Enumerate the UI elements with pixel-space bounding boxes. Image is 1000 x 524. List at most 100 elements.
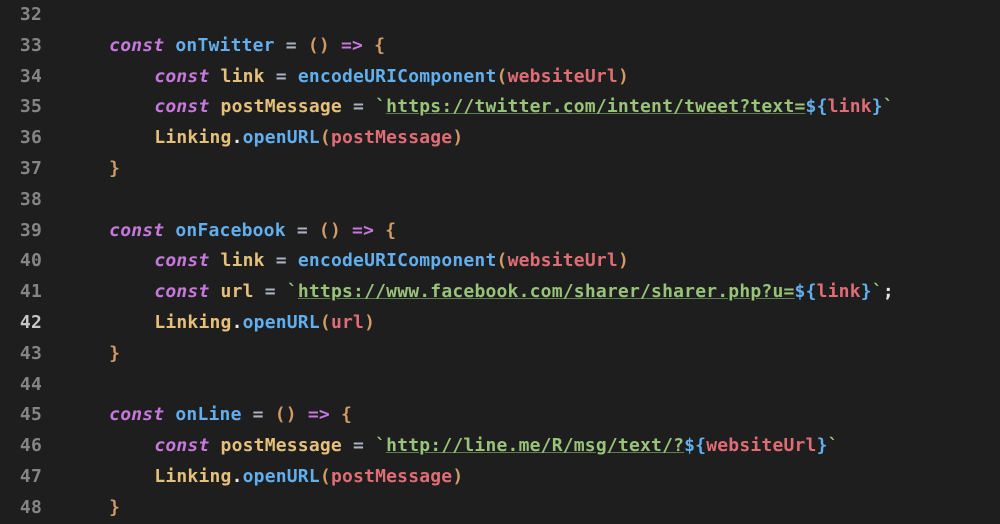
code-token	[164, 220, 175, 241]
line-number: 39	[0, 216, 60, 247]
code-token	[287, 66, 298, 87]
code-token: openURL	[243, 466, 320, 487]
code-token: const	[154, 96, 209, 117]
code-token: websiteUrl	[508, 66, 618, 87]
code-token: =>	[308, 404, 330, 425]
code-line[interactable]: Linking.openURL(postMessage)	[64, 123, 1000, 154]
code-line[interactable]: const url = `https://www.facebook.com/sh…	[64, 277, 1000, 308]
code-token: }	[861, 281, 872, 302]
code-line[interactable]: const onTwitter = () => {	[64, 31, 1000, 62]
code-line[interactable]	[64, 370, 1000, 401]
code-line[interactable]: }	[64, 493, 1000, 524]
line-number: 32	[0, 0, 60, 31]
code-token: `	[287, 281, 298, 302]
code-line[interactable]: }	[64, 154, 1000, 185]
code-token	[287, 250, 298, 271]
code-token: =	[253, 404, 264, 425]
code-token: postMessage	[331, 466, 452, 487]
code-line[interactable]: const link = encodeURIComponent(websiteU…	[64, 62, 1000, 93]
code-token: `	[883, 96, 894, 117]
code-line[interactable]: const postMessage = `https://twitter.com…	[64, 92, 1000, 123]
code-token: const	[154, 250, 209, 271]
code-line[interactable]: }	[64, 339, 1000, 370]
code-line[interactable]	[64, 0, 1000, 31]
code-token: websiteUrl	[706, 435, 816, 456]
line-number: 38	[0, 185, 60, 216]
code-token: .	[232, 127, 243, 148]
code-line[interactable]: Linking.openURL(postMessage)	[64, 462, 1000, 493]
code-token: postMessage	[331, 127, 452, 148]
code-token: const	[109, 404, 164, 425]
line-number: 44	[0, 370, 60, 401]
code-token: =	[297, 220, 308, 241]
code-token: =	[353, 96, 364, 117]
code-token: (	[497, 250, 508, 271]
code-token: ${	[795, 281, 817, 302]
code-token: =>	[352, 220, 374, 241]
line-number: 41	[0, 277, 60, 308]
code-token: =>	[341, 35, 363, 56]
code-token: }	[817, 435, 828, 456]
code-token	[374, 220, 385, 241]
code-token: https://twitter.com/intent/tweet?text=	[386, 96, 805, 117]
code-editor[interactable]: 3233343536373839404142434445464748 const…	[0, 0, 1000, 524]
code-line[interactable]: const onFacebook = () => {	[64, 216, 1000, 247]
code-area[interactable]: const onTwitter = () => { const link = e…	[60, 0, 1000, 524]
code-token: url	[221, 281, 254, 302]
code-token	[364, 435, 375, 456]
code-line[interactable]	[64, 185, 1000, 216]
code-token: )	[452, 466, 463, 487]
code-token: (	[320, 127, 331, 148]
code-token	[308, 220, 319, 241]
code-token: )	[618, 250, 629, 271]
line-number: 45	[0, 400, 60, 431]
code-token	[297, 404, 308, 425]
code-token: https://www.facebook.com/sharer/sharer.p…	[298, 281, 795, 302]
code-token: onFacebook	[175, 220, 285, 241]
code-token: }	[872, 96, 883, 117]
line-number: 34	[0, 62, 60, 93]
code-line[interactable]: const onLine = () => {	[64, 400, 1000, 431]
code-token: )	[364, 312, 375, 333]
code-token: ;	[883, 281, 894, 302]
code-token	[342, 96, 353, 117]
code-token: link	[817, 281, 861, 302]
code-token: encodeURIComponent	[298, 250, 497, 271]
code-token: `	[375, 435, 386, 456]
code-line[interactable]: const link = encodeURIComponent(websiteU…	[64, 246, 1000, 277]
code-token: )	[618, 66, 629, 87]
code-token: Linking	[154, 127, 231, 148]
code-token: {	[385, 220, 396, 241]
code-token: (	[320, 312, 331, 333]
code-token	[342, 435, 353, 456]
code-token: (	[320, 466, 331, 487]
code-token: ()	[308, 35, 330, 56]
code-line[interactable]: const postMessage = `http://line.me/R/ms…	[64, 431, 1000, 462]
code-token	[265, 250, 276, 271]
code-token: const	[109, 35, 164, 56]
code-token: `	[375, 96, 386, 117]
code-token: =	[286, 35, 297, 56]
code-line[interactable]: Linking.openURL(url)	[64, 308, 1000, 339]
code-token	[297, 35, 308, 56]
code-token: postMessage	[221, 96, 342, 117]
line-number: 40	[0, 246, 60, 277]
line-number: 47	[0, 462, 60, 493]
line-number: 43	[0, 339, 60, 370]
code-token	[330, 35, 341, 56]
line-number: 37	[0, 154, 60, 185]
code-token: http://line.me/R/msg/text/?	[386, 435, 684, 456]
code-token	[276, 281, 287, 302]
code-token	[330, 404, 341, 425]
code-token: =	[276, 250, 287, 271]
code-token: encodeURIComponent	[298, 66, 497, 87]
line-number: 46	[0, 431, 60, 462]
code-token: )	[452, 127, 463, 148]
code-token	[242, 404, 253, 425]
code-token: const	[154, 66, 209, 87]
code-token	[341, 220, 352, 241]
code-token	[264, 404, 275, 425]
code-token: ()	[275, 404, 297, 425]
code-token: `	[872, 281, 883, 302]
line-number: 33	[0, 31, 60, 62]
